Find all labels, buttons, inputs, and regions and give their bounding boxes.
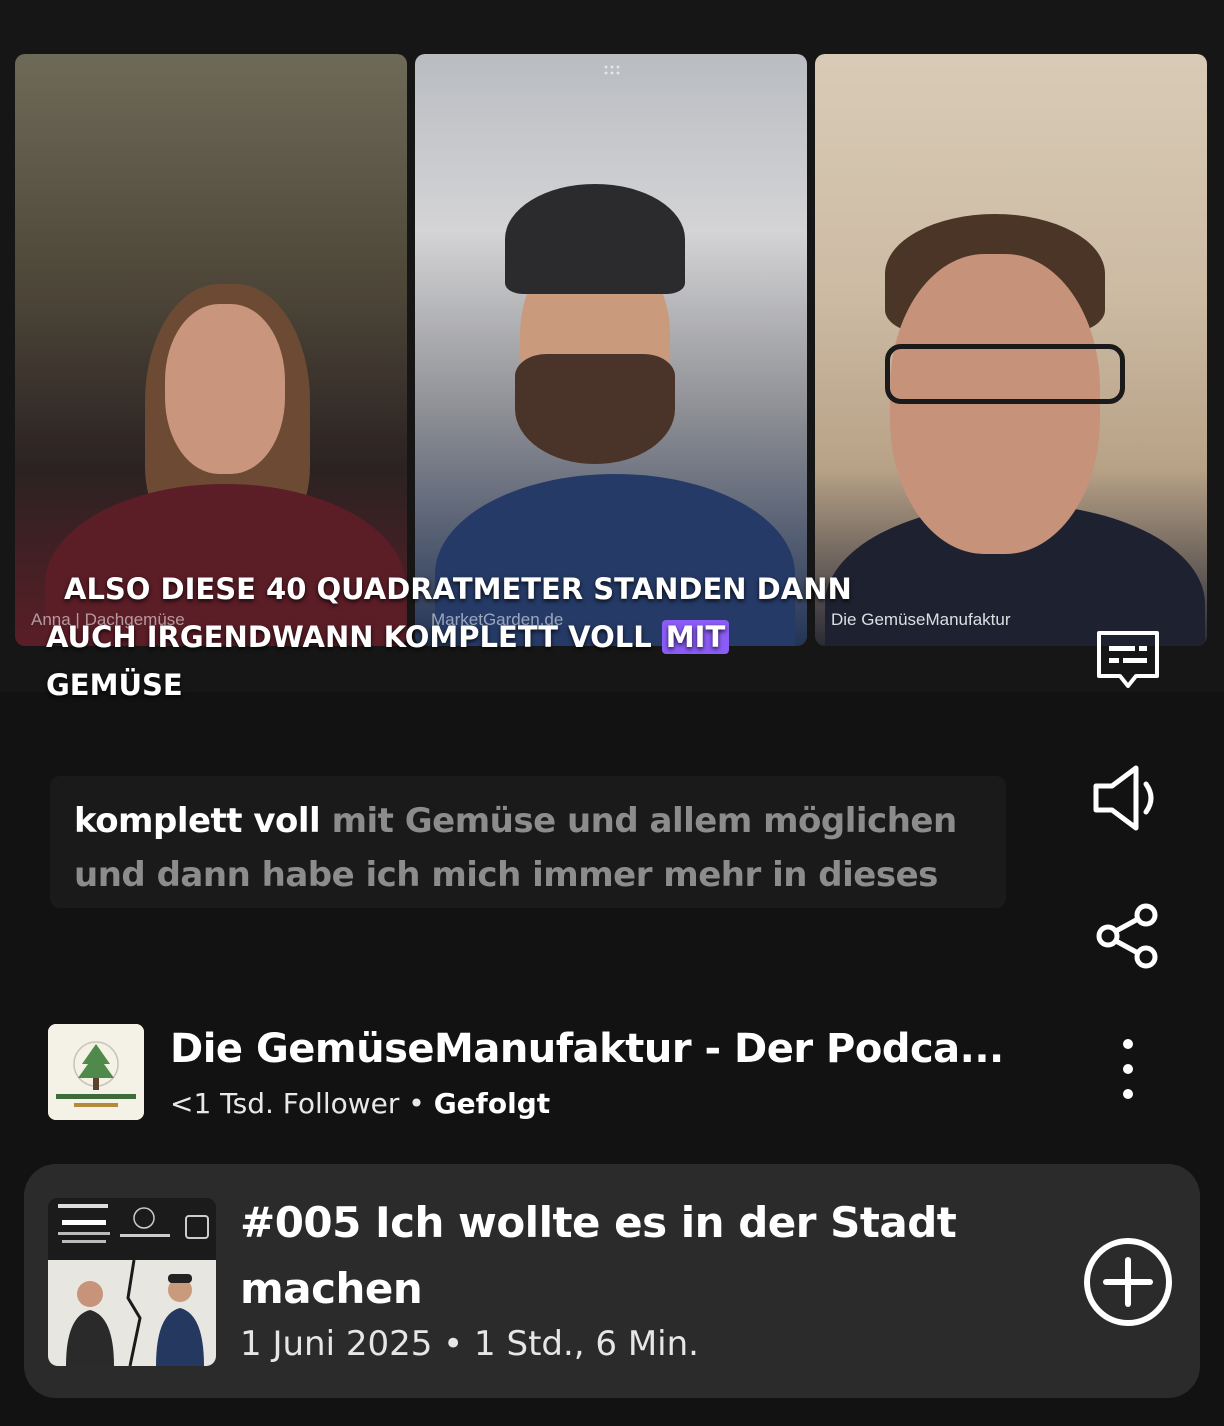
follower-count: <1 Tsd. Follower [170, 1087, 400, 1120]
subtitles-icon[interactable] [1096, 630, 1160, 688]
more-vertical-icon[interactable] [1114, 1036, 1142, 1102]
episode-meta: 1 Juni 2025 • 1 Std., 6 Min. [240, 1322, 699, 1366]
podcast-cover-image[interactable] [48, 1024, 144, 1120]
participant-face [165, 304, 285, 474]
podcast-show-row[interactable]: Die GemüseManufaktur - Der Podca... <1 T… [48, 1024, 1176, 1124]
participant-tile-gemuesemanufaktur: Die GemüseManufaktur [815, 54, 1207, 646]
volume-icon[interactable] [1090, 762, 1166, 834]
participant-tile-anna: Anna | Dachgemüse [15, 54, 407, 646]
live-transcript: komplett voll mit Gemüse und allem mögli… [50, 776, 1006, 908]
caption-line-2: AUCH IRGENDWANN KOMPLETT VOLL MIT GEMÜSE [46, 613, 866, 709]
participant-face [890, 254, 1100, 554]
podcast-title[interactable]: Die GemüseManufaktur - Der Podca... [170, 1022, 1010, 1076]
episode-card[interactable]: #005 Ich wollte es in der Stadt machen 1… [24, 1164, 1200, 1398]
episode-date: 1 Juni 2025 [240, 1324, 433, 1364]
participant-beard [515, 354, 675, 464]
caption-text: AUCH IRGENDWANN KOMPLETT VOLL [46, 620, 652, 654]
video-caption: ALSO DIESE 40 QUADRATMETER STANDEN DANN … [46, 565, 866, 709]
share-icon[interactable] [1094, 902, 1162, 970]
video-player[interactable]: Anna | Dachgemüse MarketGarden.de Die Ge… [0, 0, 1224, 702]
episode-cover-image[interactable] [48, 1198, 216, 1366]
episode-title[interactable]: #005 Ich wollte es in der Stadt machen [240, 1190, 1000, 1322]
caption-text: GEMÜSE [46, 668, 183, 702]
participant-glasses [885, 344, 1125, 404]
participant-tile-marketgarden: MarketGarden.de [415, 54, 807, 646]
episode-duration: 1 Std., 6 Min. [474, 1324, 699, 1364]
follow-status[interactable]: Gefolgt [434, 1087, 550, 1120]
podcast-meta: <1 Tsd. Follower • Gefolgt [170, 1084, 550, 1124]
caption-highlight-word: MIT [661, 620, 730, 654]
meta-separator: • [408, 1087, 425, 1120]
drag-handle-icon [603, 64, 621, 75]
meta-separator: • [443, 1324, 464, 1364]
participant-cap [505, 184, 685, 294]
transcript-spoken: komplett voll [74, 801, 321, 841]
add-circle-icon[interactable] [1082, 1236, 1174, 1328]
caption-line-1: ALSO DIESE 40 QUADRATMETER STANDEN DANN [64, 572, 852, 606]
